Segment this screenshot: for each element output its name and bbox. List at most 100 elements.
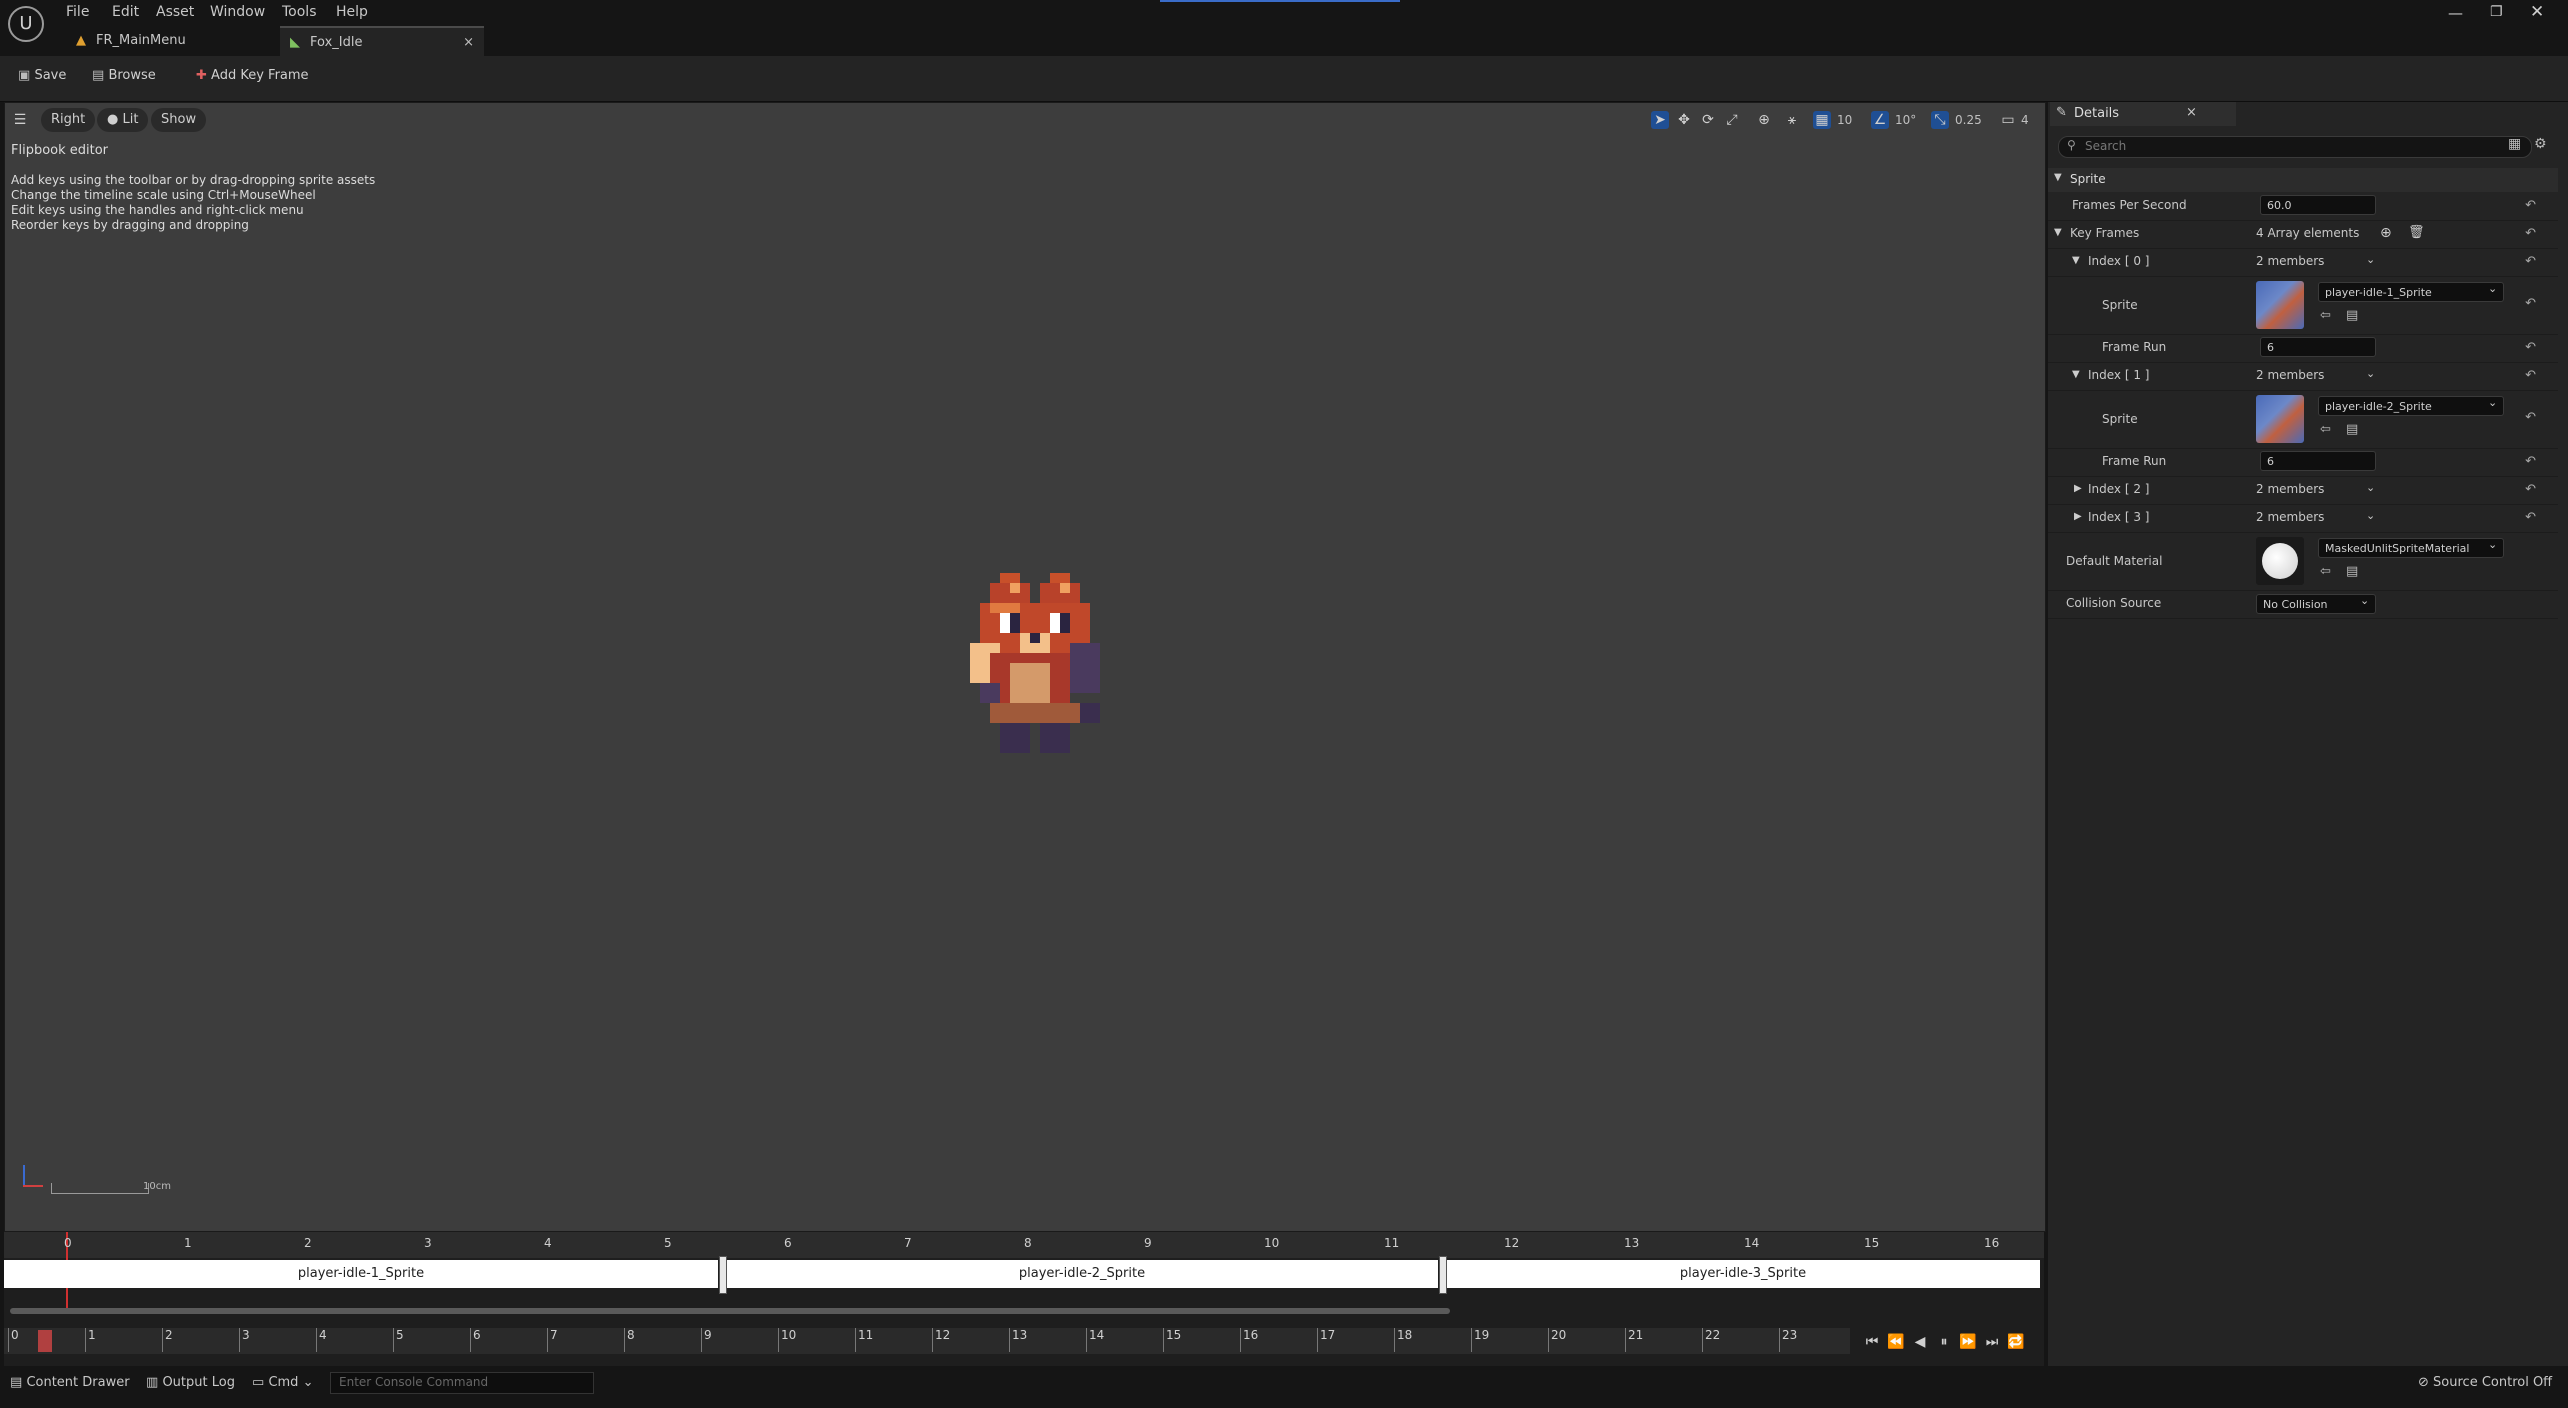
close-tab-icon[interactable]: ×: [463, 28, 474, 58]
close-panel-icon[interactable]: ×: [2186, 105, 2197, 120]
frame-run-input[interactable]: 6: [2260, 451, 2376, 471]
close-window-icon[interactable]: ✕: [2530, 2, 2544, 22]
pause-icon[interactable]: ⏸: [1934, 1332, 1954, 1352]
sprite-thumbnail[interactable]: [2256, 281, 2304, 329]
tab-fr-mainmenu[interactable]: ▲ FR_MainMenu: [66, 26, 276, 56]
scrubber-position[interactable]: [38, 1330, 52, 1352]
chevron-down-icon[interactable]: ⌄: [2366, 253, 2375, 266]
reset-icon[interactable]: ↶: [2525, 296, 2536, 311]
loop-icon[interactable]: 🔁: [2006, 1332, 2026, 1352]
chevron-down-icon[interactable]: ⌄: [2488, 282, 2497, 295]
translate-tool-icon[interactable]: ✥: [1675, 111, 1693, 129]
fps-input[interactable]: 60.0: [2260, 195, 2376, 215]
frame-run-input[interactable]: 6: [2260, 337, 2376, 357]
reset-icon[interactable]: ↶: [2525, 368, 2536, 383]
grid-snap-icon[interactable]: ▦: [1813, 111, 1831, 129]
scrubber-bar[interactable]: 0 1 2 3 4 5 6 7 8 9 10 11 12 13 14 15 16 17 18 19 20 21 22 23: [4, 1328, 1850, 1354]
scale-snap-icon[interactable]: ⤡: [1931, 111, 1949, 129]
expand-arrow-icon[interactable]: ▶: [2074, 511, 2082, 522]
rotate-tool-icon[interactable]: ⟳: [1699, 111, 1717, 129]
reset-icon[interactable]: ↶: [2525, 198, 2536, 213]
restore-icon[interactable]: ❐: [2490, 4, 2503, 20]
section-header-sprite[interactable]: ▼ Sprite: [2048, 168, 2558, 192]
rotation-snap-value[interactable]: 10°: [1895, 113, 1916, 127]
add-key-frame-button[interactable]: ✚ Add Key Frame: [196, 68, 309, 83]
reset-icon[interactable]: ↶: [2525, 454, 2536, 469]
hamburger-menu-icon[interactable]: ☰: [11, 111, 29, 129]
surface-snap-icon[interactable]: ⚹: [1783, 111, 1801, 129]
view-mode-button[interactable]: Right: [41, 108, 96, 132]
delete-all-icon[interactable]: 🗑: [2408, 225, 2425, 240]
step-forward-icon[interactable]: ⏩: [1958, 1332, 1978, 1352]
chevron-down-icon[interactable]: ⌄: [2366, 481, 2375, 494]
keyframe-handle[interactable]: [719, 1256, 727, 1294]
sprite-thumbnail[interactable]: [2256, 395, 2304, 443]
reset-icon[interactable]: ↶: [2525, 254, 2536, 269]
members-dropdown[interactable]: 2 members: [2256, 510, 2324, 524]
camera-speed-value[interactable]: 4: [2021, 113, 2029, 127]
add-element-icon[interactable]: ⊕: [2380, 225, 2392, 241]
show-button[interactable]: Show: [151, 108, 207, 132]
content-drawer-button[interactable]: ▤ Content Drawer: [10, 1375, 130, 1390]
browse-button[interactable]: ▤ Browse: [92, 68, 156, 83]
menu-window[interactable]: Window: [210, 4, 265, 20]
save-button[interactable]: ▣ Save: [18, 68, 66, 83]
members-dropdown[interactable]: 2 members: [2256, 368, 2324, 382]
chevron-down-icon[interactable]: ⌄: [2488, 396, 2497, 409]
timeline-scrollbar[interactable]: [10, 1308, 1450, 1314]
table-view-icon[interactable]: ▦: [2508, 136, 2521, 152]
reset-icon[interactable]: ↶: [2525, 482, 2536, 497]
expand-arrow-icon[interactable]: ▼: [2072, 369, 2080, 380]
sprite-asset-dropdown[interactable]: player-idle-1_Sprite: [2318, 282, 2504, 302]
cmd-dropdown[interactable]: ▭ Cmd ⌄: [252, 1375, 313, 1390]
material-thumbnail[interactable]: [2256, 537, 2304, 585]
keyframe-bar[interactable]: player-idle-1_Sprite: [4, 1260, 718, 1288]
flipbook-timeline[interactable]: player-idle-1_Sprite player-idle-2_Sprit…: [4, 1232, 2044, 1366]
lit-mode-button[interactable]: ● Lit: [97, 108, 149, 132]
play-reverse-icon[interactable]: ◀: [1910, 1332, 1930, 1352]
step-back-icon[interactable]: ⏪: [1886, 1332, 1906, 1352]
chevron-down-icon[interactable]: ⌄: [2366, 367, 2375, 380]
material-asset-dropdown[interactable]: MaskedUnlitSpriteMaterial: [2318, 538, 2504, 558]
browse-asset-icon[interactable]: ▤: [2346, 564, 2358, 579]
camera-speed-icon[interactable]: ▭: [1999, 111, 2017, 129]
flipbook-viewport[interactable]: ☰ Right ● Lit Show ➤ ✥ ⟳ ⤢ ⊕ ⚹ ▦ 10 ∠ 10…: [4, 102, 2046, 1232]
skip-to-start-icon[interactable]: ⏮: [1862, 1332, 1882, 1352]
menu-edit[interactable]: Edit: [112, 4, 139, 20]
chevron-down-icon[interactable]: ⌄: [2360, 594, 2369, 607]
expand-arrow-icon[interactable]: ▶: [2074, 483, 2082, 494]
unreal-logo-icon[interactable]: U: [8, 6, 44, 42]
scale-snap-value[interactable]: 0.25: [1955, 113, 1982, 127]
browse-asset-icon[interactable]: ▤: [2346, 422, 2358, 437]
scale-tool-icon[interactable]: ⤢: [1723, 111, 1741, 129]
grid-snap-value[interactable]: 10: [1837, 113, 1852, 127]
expand-arrow-icon[interactable]: ▼: [2054, 227, 2062, 238]
reset-icon[interactable]: ↶: [2525, 226, 2536, 241]
chevron-down-icon[interactable]: ⌄: [2366, 509, 2375, 522]
reset-icon[interactable]: ↶: [2525, 340, 2536, 355]
keyframe-handle[interactable]: [1439, 1256, 1447, 1294]
settings-gear-icon[interactable]: ⚙: [2534, 136, 2547, 152]
skip-to-end-icon[interactable]: ⏭: [1982, 1332, 2002, 1352]
collision-source-dropdown[interactable]: No Collision: [2256, 594, 2376, 614]
keyframe-bar[interactable]: player-idle-3_Sprite: [1446, 1260, 2040, 1288]
select-tool-icon[interactable]: ➤: [1651, 111, 1669, 129]
sprite-asset-dropdown[interactable]: player-idle-2_Sprite: [2318, 396, 2504, 416]
use-selected-icon[interactable]: ⇦: [2320, 308, 2331, 323]
expand-arrow-icon[interactable]: ▼: [2072, 255, 2080, 266]
menu-asset[interactable]: Asset: [156, 4, 194, 20]
source-control-button[interactable]: ⊘ Source Control Off: [2418, 1375, 2552, 1390]
keyframe-bar[interactable]: player-idle-2_Sprite: [726, 1260, 1438, 1288]
output-log-button[interactable]: ▥ Output Log: [146, 1375, 235, 1390]
chevron-down-icon[interactable]: ⌄: [2488, 538, 2497, 551]
members-dropdown[interactable]: 2 members: [2256, 254, 2324, 268]
reset-icon[interactable]: ↶: [2525, 510, 2536, 525]
reset-icon[interactable]: ↶: [2525, 410, 2536, 425]
minimize-icon[interactable]: —: [2448, 4, 2463, 22]
rotation-snap-icon[interactable]: ∠: [1871, 111, 1889, 129]
use-selected-icon[interactable]: ⇦: [2320, 564, 2331, 579]
menu-tools[interactable]: Tools: [282, 4, 317, 20]
menu-help[interactable]: Help: [336, 4, 368, 20]
world-space-icon[interactable]: ⊕: [1755, 111, 1773, 129]
details-tab[interactable]: ✎ Details ×: [2050, 102, 2236, 126]
